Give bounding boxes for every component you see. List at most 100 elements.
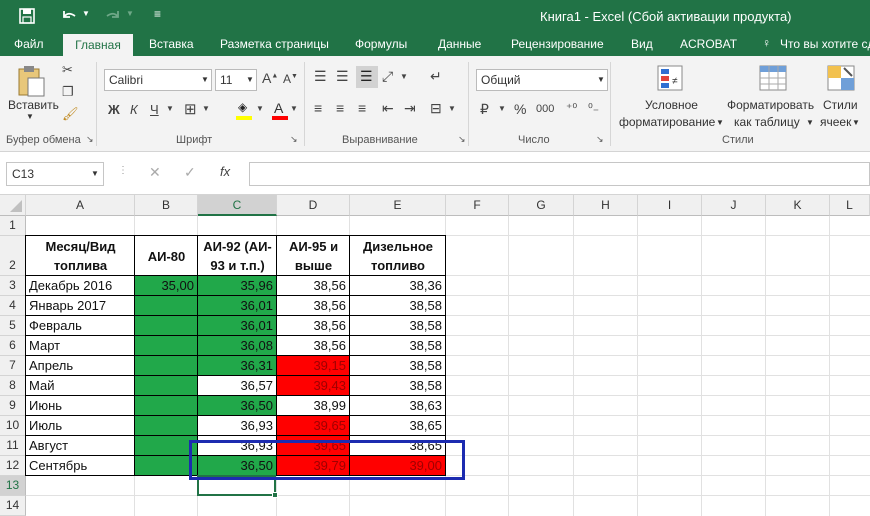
merge-center-icon[interactable]: ⊟ <box>430 100 442 117</box>
cell-styles-dropdown-icon[interactable]: ▼ <box>852 118 860 127</box>
column-header-i[interactable]: I <box>638 195 702 216</box>
header-a[interactable]: Месяц/Вид топлива <box>26 236 135 276</box>
column-header-c[interactable]: C <box>198 195 277 216</box>
cell-month[interactable]: Август <box>29 436 134 456</box>
conditional-format-icon[interactable]: ≠ <box>656 64 684 92</box>
enter-icon[interactable]: ✓ <box>184 164 196 181</box>
row-header-4[interactable]: 4 <box>0 296 26 316</box>
italic-button[interactable]: К <box>130 102 138 117</box>
row-header-2[interactable]: 2 <box>0 236 26 276</box>
wrap-text-icon[interactable]: ↵ <box>430 68 442 85</box>
borders-icon[interactable]: ⊞ <box>184 100 197 118</box>
orientation-dropdown-icon[interactable]: ▼ <box>400 72 408 81</box>
cell-month[interactable]: Декабрь 2016 <box>29 276 134 296</box>
cell-value-c[interactable]: 36,57 <box>198 376 273 396</box>
cell-value-c[interactable]: 36,93 <box>198 416 273 436</box>
cell-value-d[interactable]: 39,15 <box>277 356 346 376</box>
tell-me-search[interactable]: Что вы хотите сд <box>780 37 870 51</box>
underline-button[interactable]: Ч <box>150 102 159 117</box>
cell-value-d[interactable]: 38,56 <box>277 276 346 296</box>
fill-dropdown-icon[interactable]: ▼ <box>256 104 264 113</box>
tab-review[interactable]: Рецензирование <box>511 37 604 51</box>
font-color-dropdown-icon[interactable]: ▼ <box>290 104 298 113</box>
cell-month[interactable]: Сентябрь <box>29 456 134 476</box>
row-header-12[interactable]: 12 <box>0 456 26 476</box>
row-header-14[interactable]: 14 <box>0 496 26 516</box>
cell-value-b[interactable]: 35,00 <box>135 276 194 296</box>
cell-value-d[interactable]: 38,99 <box>277 396 346 416</box>
cell-value-c[interactable]: 36,31 <box>198 356 273 376</box>
column-header-g[interactable]: G <box>509 195 574 216</box>
cell-styles-label-2[interactable]: ячеек <box>820 115 851 129</box>
format-table-dropdown-icon[interactable]: ▼ <box>806 118 814 127</box>
column-header-b[interactable]: B <box>135 195 198 216</box>
row-header-8[interactable]: 8 <box>0 376 26 396</box>
column-header-l[interactable]: L <box>830 195 870 216</box>
select-all-corner[interactable] <box>0 195 26 216</box>
row-header-10[interactable]: 10 <box>0 416 26 436</box>
paste-button[interactable]: Вставить <box>8 98 59 112</box>
cell-value-e[interactable]: 38,58 <box>350 296 442 316</box>
cell-value-c[interactable]: 36,01 <box>198 316 273 336</box>
fill-handle[interactable] <box>272 492 278 498</box>
column-header-j[interactable]: J <box>702 195 766 216</box>
cell-value-b[interactable] <box>135 416 194 436</box>
increase-indent-icon[interactable]: ⇥ <box>404 100 416 117</box>
cut-icon[interactable]: ✂ <box>62 62 73 78</box>
align-right-icon[interactable]: ≡ <box>358 100 366 116</box>
name-box[interactable]: C13 ▼ <box>6 162 104 186</box>
cell-value-b[interactable] <box>135 376 194 396</box>
format-painter-icon[interactable]: 🖌 <box>62 106 79 122</box>
format-table-label-1[interactable]: Форматировать <box>727 98 814 112</box>
currency-dropdown-icon[interactable]: ▼ <box>498 104 506 113</box>
decrease-font-icon[interactable]: A▼ <box>283 72 298 86</box>
cell-value-e[interactable]: 38,65 <box>350 416 442 436</box>
cell-value-b[interactable] <box>135 336 194 356</box>
header-b[interactable]: АИ-80 <box>135 236 198 276</box>
cell-value-e[interactable]: 38,58 <box>350 376 442 396</box>
number-format-box[interactable]: Общий ▼ <box>476 69 608 91</box>
header-d[interactable]: АИ-95 и выше <box>277 236 350 276</box>
undo-dropdown-icon[interactable]: ▼ <box>82 9 90 18</box>
row-header-9[interactable]: 9 <box>0 396 26 416</box>
orientation-icon[interactable]: ⤢ <box>382 68 393 85</box>
cell-value-c[interactable]: 36,50 <box>198 396 273 416</box>
cell-value-d[interactable]: 39,65 <box>277 416 346 436</box>
increase-decimal-icon[interactable]: ⁺⁰ <box>566 101 577 115</box>
format-table-label-2[interactable]: как таблицу <box>734 115 800 129</box>
cell-value-d[interactable]: 38,56 <box>277 296 346 316</box>
decrease-decimal-icon[interactable]: ⁰₋ <box>588 101 599 115</box>
decrease-indent-icon[interactable]: ⇤ <box>382 100 394 117</box>
row-header-6[interactable]: 6 <box>0 336 26 356</box>
tab-acrobat[interactable]: ACROBAT <box>680 37 737 51</box>
align-top-icon[interactable]: ☰ <box>314 68 327 85</box>
cell-value-c[interactable]: 36,01 <box>198 296 273 316</box>
cell-value-e[interactable]: 38,58 <box>350 316 442 336</box>
font-size-box[interactable]: 11 ▼ <box>215 69 257 91</box>
cell-month[interactable]: Апрель <box>29 356 134 376</box>
cond-format-dropdown-icon[interactable]: ▼ <box>716 118 724 127</box>
paste-icon[interactable] <box>16 64 46 98</box>
cell-styles-label-1[interactable]: Стили <box>823 98 858 112</box>
cell-value-b[interactable] <box>135 316 194 336</box>
column-header-h[interactable]: H <box>574 195 638 216</box>
cell-month[interactable]: Январь 2017 <box>29 296 134 316</box>
font-color-icon[interactable]: A <box>272 100 288 120</box>
column-header-f[interactable]: F <box>446 195 509 216</box>
borders-dropdown-icon[interactable]: ▼ <box>202 104 210 113</box>
bold-button[interactable]: Ж <box>108 102 120 117</box>
cell-value-b[interactable] <box>135 356 194 376</box>
tab-data[interactable]: Данные <box>438 37 481 51</box>
formula-input[interactable] <box>249 162 870 186</box>
tab-page-layout[interactable]: Разметка страницы <box>220 37 329 51</box>
tab-insert[interactable]: Вставка <box>149 37 194 51</box>
cell-value-d[interactable]: 38,56 <box>277 336 346 356</box>
cell-value-b[interactable] <box>135 436 194 456</box>
alignment-launcher-icon[interactable]: ↘ <box>458 134 466 145</box>
fill-color-icon[interactable]: ◈ <box>236 100 252 120</box>
cell-value-e[interactable]: 38,36 <box>350 276 442 296</box>
cell-month[interactable]: Май <box>29 376 134 396</box>
cell-value-e[interactable]: 38,58 <box>350 336 442 356</box>
align-middle-icon[interactable]: ☰ <box>336 68 349 85</box>
header-c[interactable]: АИ-92 (АИ- 93 и т.п.) <box>198 236 277 276</box>
